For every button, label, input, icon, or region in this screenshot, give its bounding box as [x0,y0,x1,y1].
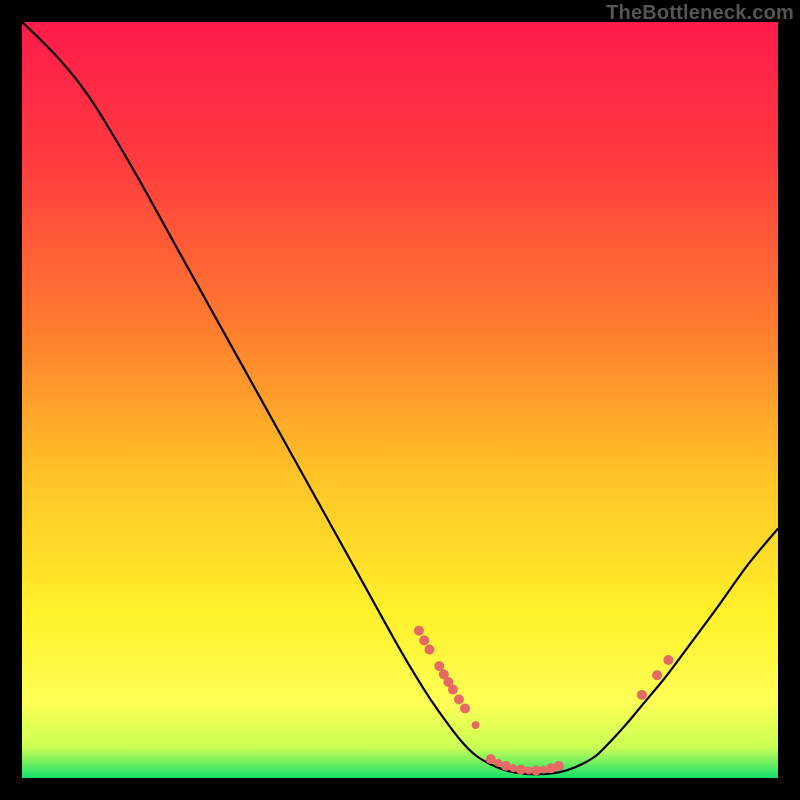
curve-marker [424,644,434,654]
watermark-text: TheBottleneck.com [606,2,794,25]
curve-marker [472,721,480,729]
curve-marker [414,626,424,636]
curve-marker [419,635,429,645]
chart-background [22,22,778,778]
curve-marker [448,685,458,695]
curve-marker [637,690,647,700]
curve-marker [486,754,496,764]
curve-marker [554,761,564,771]
curve-marker [516,765,526,775]
curve-marker [501,761,511,771]
curve-marker [531,765,541,775]
bottleneck-chart [22,22,778,778]
chart-frame [22,22,778,778]
curve-marker [460,703,470,713]
curve-marker [652,670,662,680]
curve-marker [454,694,464,704]
curve-marker [663,655,673,665]
